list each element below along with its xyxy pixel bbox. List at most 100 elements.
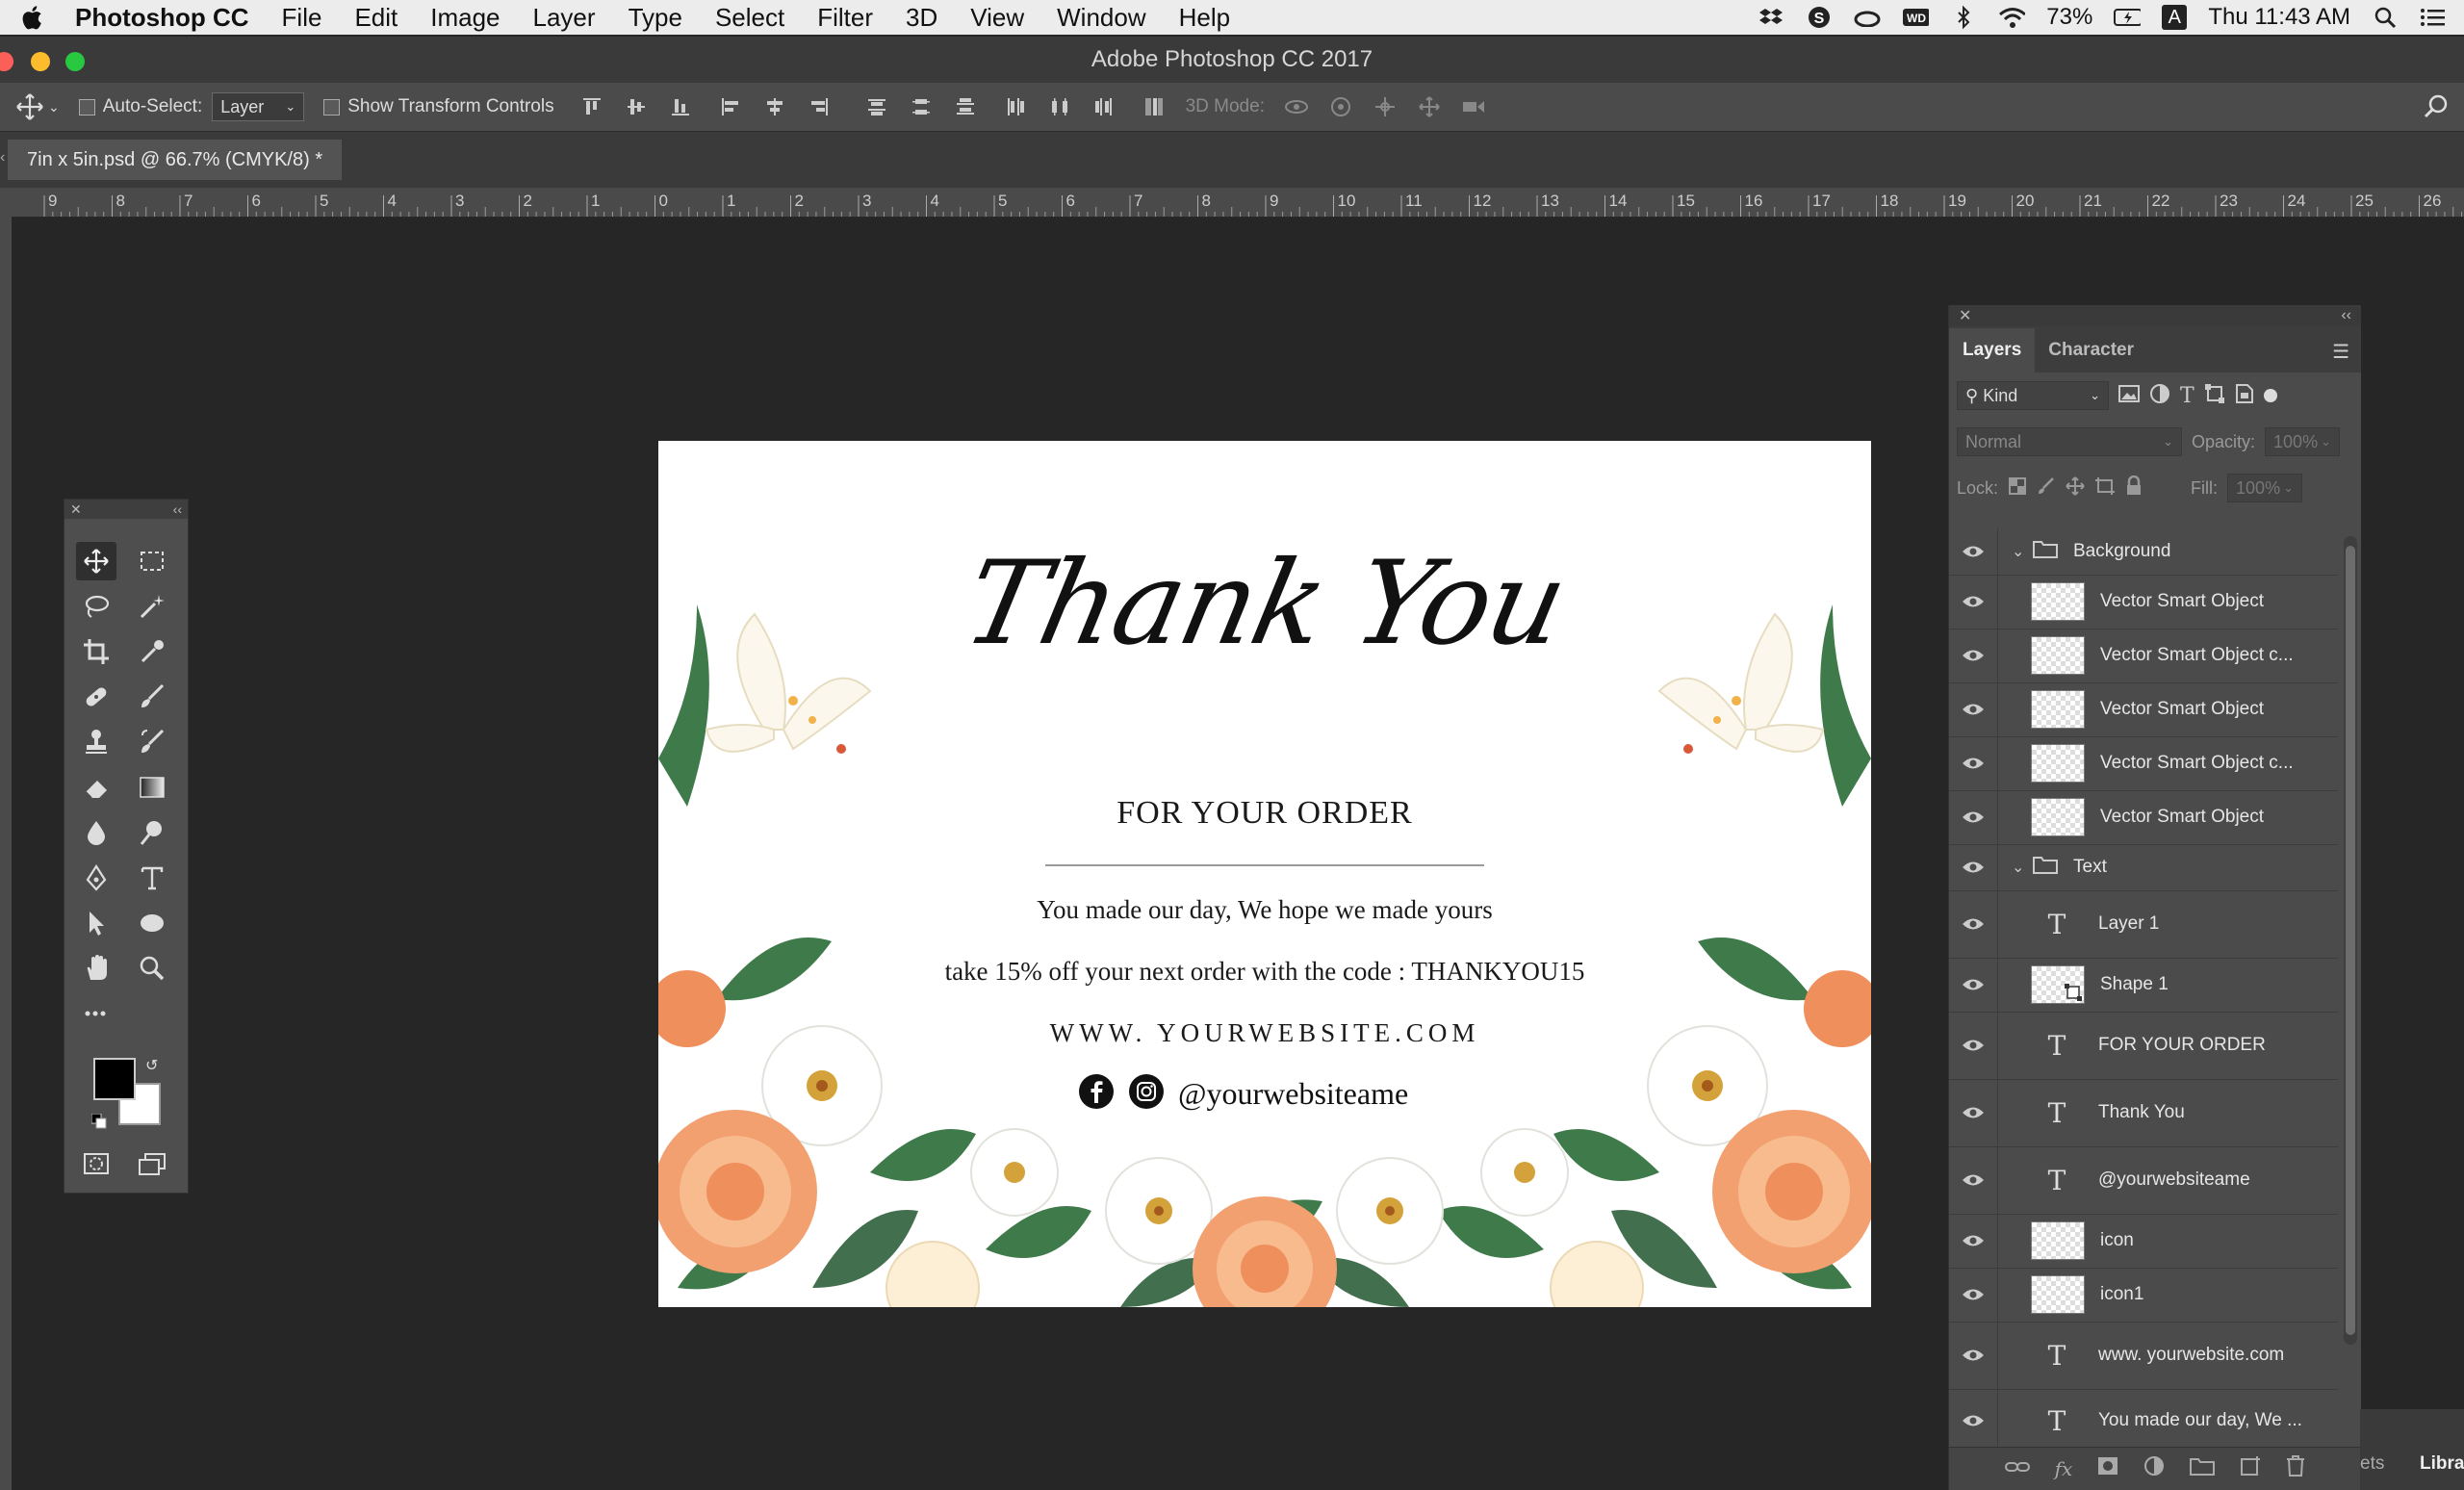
filter-type-icon[interactable]: T [2180, 384, 2194, 408]
lock-all-icon[interactable] [2125, 475, 2143, 501]
3d-pan-icon[interactable] [1371, 92, 1399, 121]
collapse-panel-icon[interactable]: ‹‹ [2341, 307, 2351, 324]
ellipse-tool-icon[interactable] [132, 904, 172, 942]
3d-scale-icon[interactable] [1459, 92, 1488, 121]
visibility-eye-icon[interactable] [1949, 958, 1998, 1012]
type-tool-icon[interactable] [132, 859, 172, 897]
align-right-edges-icon[interactable] [805, 92, 834, 121]
lock-image-icon[interactable] [2037, 476, 2056, 501]
default-colors-icon[interactable] [90, 1113, 107, 1129]
auto-select-dropdown[interactable]: Layer ⌄ [212, 92, 305, 121]
menu-edit[interactable]: Edit [354, 3, 398, 33]
search-icon[interactable] [2422, 92, 2451, 121]
new-adjustment-layer-icon[interactable] [2143, 1455, 2165, 1482]
menu-window[interactable]: Window [1057, 3, 1145, 33]
lock-position-icon[interactable] [2066, 475, 2085, 501]
chevron-down-icon[interactable]: ⌄ [2012, 858, 2029, 877]
visibility-eye-icon[interactable] [1949, 575, 1998, 629]
visibility-eye-icon[interactable] [1949, 736, 1998, 790]
marquee-tool-icon[interactable] [132, 542, 172, 580]
layer-row[interactable]: Vector Smart Object [1949, 575, 2338, 629]
menu-type[interactable]: Type [629, 3, 682, 33]
show-transform-checkbox[interactable] [323, 98, 341, 116]
menu-3d[interactable]: 3D [906, 3, 937, 33]
tab-layers[interactable]: Layers [1949, 328, 2036, 372]
menu-select[interactable]: Select [715, 3, 784, 33]
screen-mode-icon[interactable] [132, 1144, 172, 1183]
distribute-horizontal-centers-icon[interactable] [1045, 92, 1074, 121]
dodge-tool-icon[interactable] [132, 813, 172, 852]
layer-row[interactable]: Shape 1 [1949, 958, 2338, 1013]
move-tool-icon[interactable] [76, 542, 116, 580]
layer-row[interactable]: T @yourwebsiteame [1949, 1146, 2338, 1215]
blur-tool-icon[interactable] [76, 813, 116, 852]
brush-tool-icon[interactable] [132, 678, 172, 716]
layer-row[interactable]: icon [1949, 1214, 2338, 1269]
apple-menu-icon[interactable] [17, 3, 46, 32]
lasso-tool-icon[interactable] [76, 587, 116, 626]
filter-kind-dropdown[interactable]: ⚲ Kind ⌄ [1957, 381, 2109, 410]
document-tab[interactable]: 7in x 5in.psd @ 66.7% (CMYK/8) * [8, 140, 343, 180]
layer-style-fx-icon[interactable]: fx [2055, 1457, 2073, 1480]
layers-scrollbar[interactable] [2344, 536, 2357, 1345]
layer-row[interactable]: icon1 [1949, 1268, 2338, 1323]
visibility-eye-icon[interactable] [1949, 790, 1998, 844]
visibility-eye-icon[interactable] [1949, 890, 1998, 958]
layer-row[interactable]: T www. yourwebsite.com [1949, 1322, 2338, 1390]
zoom-tool-icon[interactable] [132, 949, 172, 988]
filter-smart-object-icon[interactable] [2235, 383, 2254, 409]
pen-tool-icon[interactable] [76, 859, 116, 897]
scrollbar-thumb[interactable] [2346, 546, 2355, 1335]
align-top-edges-icon[interactable] [578, 92, 606, 121]
link-layers-icon[interactable] [2004, 1458, 2030, 1480]
distribute-top-icon[interactable] [862, 92, 891, 121]
3d-roll-icon[interactable] [1326, 92, 1355, 121]
gradient-tool-icon[interactable] [132, 768, 172, 807]
assets-tab[interactable]: ets [2360, 1453, 2384, 1475]
panel-menu-icon[interactable]: ☰ [2332, 340, 2349, 364]
menu-help[interactable]: Help [1179, 3, 1230, 33]
visibility-eye-icon[interactable] [1949, 844, 1998, 890]
new-layer-icon[interactable] [2240, 1455, 2261, 1482]
auto-select-checkbox[interactable] [78, 98, 95, 116]
align-bottom-edges-icon[interactable] [666, 92, 695, 121]
dropbox-icon[interactable] [1758, 5, 1784, 30]
magic-wand-tool-icon[interactable] [132, 587, 172, 626]
menu-filter[interactable]: Filter [817, 3, 873, 33]
auto-align-layers-icon[interactable] [1140, 92, 1168, 121]
layer-row[interactable]: T You made our day, We ... [1949, 1389, 2338, 1453]
battery-charging-icon[interactable] [2114, 5, 2142, 30]
input-source-icon[interactable]: A [2162, 5, 2188, 30]
history-brush-tool-icon[interactable] [132, 723, 172, 761]
chevron-down-icon[interactable]: ⌄ [2012, 542, 2029, 561]
visibility-eye-icon[interactable] [1949, 1214, 1998, 1268]
menu-layer[interactable]: Layer [533, 3, 596, 33]
document-canvas[interactable]: Thank You FOR YOUR ORDER You made our da… [658, 441, 1871, 1307]
distribute-right-icon[interactable] [1090, 92, 1118, 121]
creative-cloud-icon[interactable] [1854, 5, 1881, 30]
move-tool-preset-icon[interactable] [15, 92, 44, 121]
menu-view[interactable]: View [970, 3, 1024, 33]
clone-stamp-tool-icon[interactable] [76, 723, 116, 761]
visibility-eye-icon[interactable] [1949, 629, 1998, 682]
3d-orbit-icon[interactable] [1282, 92, 1311, 121]
layer-row[interactable]: T Layer 1 [1949, 890, 2338, 959]
delete-layer-trash-icon[interactable] [2286, 1455, 2305, 1482]
filter-toggle-icon[interactable] [2263, 389, 2277, 402]
close-panel-icon[interactable]: ✕ [1959, 306, 1971, 325]
align-left-edges-icon[interactable] [716, 92, 745, 121]
visibility-eye-icon[interactable] [1949, 1322, 1998, 1389]
visibility-eye-icon[interactable] [1949, 1146, 1998, 1214]
blend-mode-dropdown[interactable]: Normal ⌄ [1957, 427, 2182, 456]
visibility-eye-icon[interactable] [1949, 1389, 1998, 1452]
layer-row[interactable]: Vector Smart Object [1949, 790, 2338, 845]
visibility-eye-icon[interactable] [1949, 528, 1998, 575]
eyedropper-tool-icon[interactable] [132, 632, 172, 671]
distribute-bottom-icon[interactable] [951, 92, 980, 121]
visibility-eye-icon[interactable] [1949, 682, 1998, 736]
menu-image[interactable]: Image [430, 3, 500, 33]
visibility-eye-icon[interactable] [1949, 1079, 1998, 1146]
crop-tool-icon[interactable] [76, 632, 116, 671]
align-vertical-centers-icon[interactable] [622, 92, 651, 121]
preset-chevron-down-icon[interactable]: ⌄ [48, 99, 60, 116]
